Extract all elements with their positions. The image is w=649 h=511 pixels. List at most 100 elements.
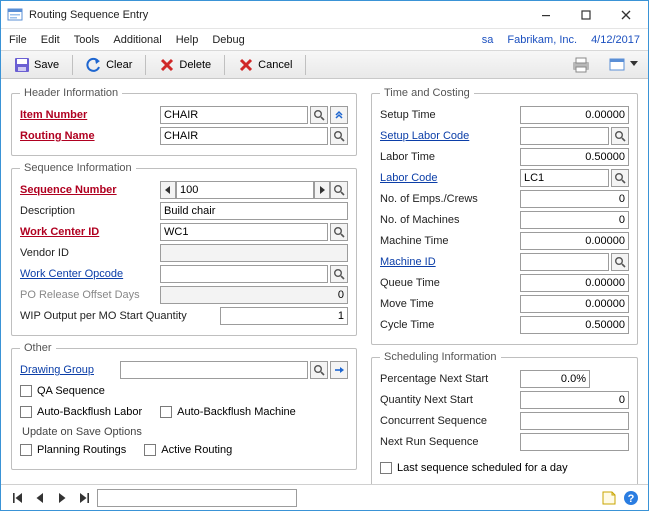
help-button[interactable]: ? — [622, 489, 640, 507]
clear-button[interactable]: Clear — [79, 54, 139, 76]
setup-labor-code-label[interactable]: Setup Labor Code — [380, 130, 520, 142]
labor-time-field[interactable]: 0.50000 — [520, 148, 629, 166]
sequence-info-legend: Sequence Information — [20, 162, 136, 174]
labor-code-label[interactable]: Labor Code — [380, 172, 520, 184]
work-center-opcode-label[interactable]: Work Center Opcode — [20, 268, 160, 280]
scheduling-group: Scheduling Information Percentage Next S… — [371, 351, 638, 484]
time-costing-group: Time and Costing Setup Time0.00000 Setup… — [371, 87, 638, 345]
labor-code-field[interactable]: LC1 — [520, 169, 609, 187]
seq-next-button[interactable] — [314, 181, 330, 199]
routing-name-lookup[interactable] — [330, 127, 348, 145]
cycle-time-field[interactable]: 0.50000 — [520, 316, 629, 334]
cancel-button[interactable]: Cancel — [231, 54, 299, 76]
machine-id-label[interactable]: Machine ID — [380, 256, 520, 268]
description-field[interactable]: Build chair — [160, 202, 348, 220]
maximize-button[interactable] — [566, 3, 606, 27]
svg-text:?: ? — [628, 493, 635, 505]
menu-help[interactable]: Help — [176, 34, 199, 46]
item-number-lookup[interactable] — [310, 106, 328, 124]
pct-next-start-field[interactable]: 0.0% — [520, 370, 590, 388]
queue-time-label: Queue Time — [380, 277, 520, 289]
setup-time-field[interactable]: 0.00000 — [520, 106, 629, 124]
print-button[interactable] — [564, 54, 600, 76]
last-seq-checkbox[interactable]: Last sequence scheduled for a day — [380, 459, 568, 477]
auto-backflush-labor-checkbox[interactable]: Auto-Backflush Labor — [20, 403, 142, 421]
nav-first-button[interactable] — [9, 489, 27, 507]
content: Header Information Item Number CHAIR Rou… — [1, 79, 648, 484]
po-release-label: PO Release Offset Days — [20, 289, 160, 301]
routing-name-label[interactable]: Routing Name — [20, 130, 160, 142]
setup-labor-code-lookup[interactable] — [611, 127, 629, 145]
drawing-group-goto[interactable] — [330, 361, 348, 379]
po-release-field: 0 — [160, 286, 348, 304]
vendor-id-label: Vendor ID — [20, 247, 160, 259]
close-button[interactable] — [606, 3, 646, 27]
wip-output-field[interactable]: 1 — [220, 307, 348, 325]
routing-name-field[interactable]: CHAIR — [160, 127, 328, 145]
concurrent-seq-field[interactable] — [520, 412, 629, 430]
move-time-label: Move Time — [380, 298, 520, 310]
menu-file[interactable]: File — [9, 34, 27, 46]
toolbar: Save Clear Delete Cancel — [1, 51, 648, 79]
work-center-id-lookup[interactable] — [330, 223, 348, 241]
sequence-number-label[interactable]: Sequence Number — [20, 184, 160, 196]
work-center-opcode-lookup[interactable] — [330, 265, 348, 283]
labor-code-lookup[interactable] — [611, 169, 629, 187]
app-icon — [7, 7, 23, 23]
menubar: File Edit Tools Additional Help Debug sa… — [1, 29, 648, 51]
work-center-id-label[interactable]: Work Center ID — [20, 226, 160, 238]
drawing-group-label[interactable]: Drawing Group — [20, 364, 120, 376]
next-run-seq-field[interactable] — [520, 433, 629, 451]
auto-backflush-machine-checkbox[interactable]: Auto-Backflush Machine — [160, 403, 296, 421]
menu-edit[interactable]: Edit — [41, 34, 60, 46]
status-user[interactable]: sa — [482, 34, 494, 46]
setup-labor-code-field[interactable] — [520, 127, 609, 145]
planning-routings-checkbox[interactable]: Planning Routings — [20, 441, 126, 459]
setup-time-label: Setup Time — [380, 109, 520, 121]
menu-additional[interactable]: Additional — [113, 34, 161, 46]
update-on-save-label: Update on Save Options — [22, 426, 348, 438]
item-number-label[interactable]: Item Number — [20, 109, 160, 121]
layout-icon — [609, 57, 625, 73]
emps-field[interactable]: 0 — [520, 190, 629, 208]
concurrent-seq-label: Concurrent Sequence — [380, 415, 520, 427]
delete-button[interactable]: Delete — [152, 54, 218, 76]
work-center-id-field[interactable]: WC1 — [160, 223, 328, 241]
machine-id-field[interactable] — [520, 253, 609, 271]
save-label: Save — [34, 59, 59, 71]
toolbar-dropdown[interactable] — [606, 54, 642, 76]
sequence-number-lookup[interactable] — [330, 181, 348, 199]
machines-label: No. of Machines — [380, 214, 520, 226]
move-time-field[interactable]: 0.00000 — [520, 295, 629, 313]
record-nav-bar: ? — [1, 484, 648, 510]
nav-prev-button[interactable] — [31, 489, 49, 507]
sequence-number-field[interactable]: 100 — [176, 181, 314, 199]
minimize-button[interactable] — [526, 3, 566, 27]
vendor-id-field — [160, 244, 348, 262]
cancel-icon — [238, 57, 254, 73]
active-routing-checkbox[interactable]: Active Routing — [144, 441, 232, 459]
status-company[interactable]: Fabrikam, Inc. — [507, 34, 577, 46]
qty-next-start-field[interactable]: 0 — [520, 391, 629, 409]
qa-sequence-checkbox[interactable]: QA Sequence — [20, 382, 105, 400]
qty-next-start-label: Quantity Next Start — [380, 394, 520, 406]
drawing-group-field[interactable] — [120, 361, 308, 379]
item-number-field[interactable]: CHAIR — [160, 106, 308, 124]
menu-tools[interactable]: Tools — [74, 34, 100, 46]
menu-debug[interactable]: Debug — [212, 34, 244, 46]
status-date[interactable]: 4/12/2017 — [591, 34, 640, 46]
machine-id-lookup[interactable] — [611, 253, 629, 271]
cycle-time-label: Cycle Time — [380, 319, 520, 331]
note-button[interactable] — [600, 489, 618, 507]
work-center-opcode-field[interactable] — [160, 265, 328, 283]
item-number-expand[interactable] — [330, 106, 348, 124]
nav-last-button[interactable] — [75, 489, 93, 507]
seq-prev-button[interactable] — [160, 181, 176, 199]
save-button[interactable]: Save — [7, 54, 66, 76]
machines-field[interactable]: 0 — [520, 211, 629, 229]
drawing-group-lookup[interactable] — [310, 361, 328, 379]
nav-next-button[interactable] — [53, 489, 71, 507]
record-status-field[interactable] — [97, 489, 297, 507]
queue-time-field[interactable]: 0.00000 — [520, 274, 629, 292]
machine-time-field[interactable]: 0.00000 — [520, 232, 629, 250]
